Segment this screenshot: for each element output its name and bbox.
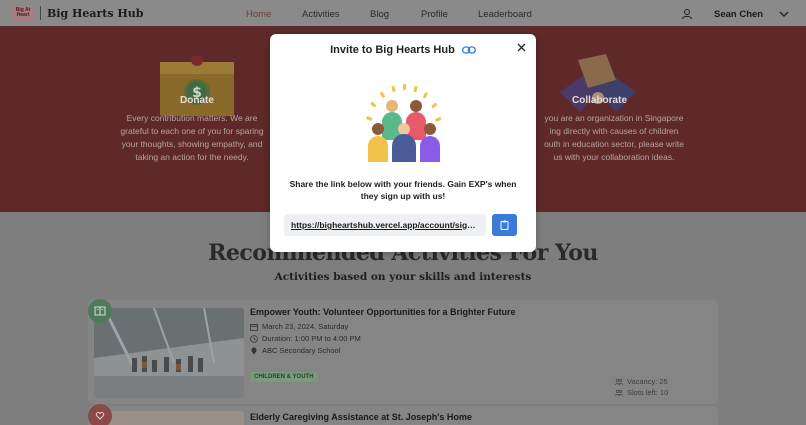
people-icon — [615, 389, 623, 396]
activity-duration: Duration: 1:00 PM to 4:00 PM — [250, 334, 361, 343]
activity-location: ABC Secondary School — [250, 346, 340, 355]
modal-title: Invite to Big Hearts Hub — [270, 44, 536, 56]
section-subheading: Activities based on your skills and inte… — [274, 271, 532, 283]
donation-box-icon: $ — [160, 56, 234, 116]
chevron-down-icon[interactable] — [778, 8, 790, 20]
location-pin-icon — [251, 347, 257, 354]
slots-left: Slots left: 10 — [615, 388, 668, 397]
invite-link[interactable]: https://bigheartshub.vercel.app/account/… — [284, 214, 486, 236]
close-icon[interactable] — [514, 40, 528, 54]
nav-profile[interactable]: Profile — [421, 9, 448, 20]
donate-title: Donate — [180, 95, 214, 106]
calendar-icon — [250, 323, 258, 331]
nav-home[interactable]: Home — [246, 9, 271, 20]
activity-card[interactable]: Empower Youth: Volunteer Opportunities f… — [88, 300, 718, 404]
vacancy-count: Vacancy: 25 — [615, 377, 668, 386]
nav-activities[interactable]: Activities — [302, 9, 339, 20]
copy-link-button[interactable] — [492, 214, 517, 236]
navbar: Big At Heart Big Hearts Hub Home Activit… — [0, 0, 806, 26]
user-name[interactable]: Sean Chen — [714, 9, 763, 20]
activity-card[interactable]: Elderly Caregiving Assistance at St. Jos… — [88, 406, 718, 425]
activity-title[interactable]: Empower Youth: Volunteer Opportunities f… — [250, 307, 516, 317]
logo-divider — [40, 6, 41, 20]
collaborate-description: you are an organization in Singapore ing… — [544, 113, 684, 162]
user-icon[interactable] — [681, 8, 693, 20]
collaborate-title: Collaborate — [572, 95, 628, 106]
brand-name[interactable]: Big Hearts Hub — [47, 7, 144, 20]
community-illustration — [366, 84, 442, 162]
nav-leaderboard[interactable]: Leaderboard — [478, 9, 532, 20]
link-icon — [461, 46, 476, 54]
heart-hand-icon — [88, 404, 112, 425]
invite-message: Share the link below with your friends. … — [289, 179, 517, 201]
activity-date: March 23, 2024, Saturday — [250, 322, 348, 331]
activity-title[interactable]: Elderly Caregiving Assistance at St. Jos… — [250, 412, 472, 422]
nav-blog[interactable]: Blog — [370, 9, 389, 20]
category-tag: CHILDREN & YOUTH — [250, 372, 318, 382]
activity-image — [94, 308, 244, 398]
people-icon — [615, 378, 623, 385]
clock-icon — [250, 334, 258, 343]
invite-modal: Invite to Big Hearts Hub Share the link … — [270, 34, 536, 252]
site-logo[interactable]: Big At Heart — [12, 5, 34, 21]
book-icon — [88, 299, 112, 323]
clipboard-icon — [500, 220, 509, 230]
donate-description: Every contribution matters. We are grate… — [120, 113, 264, 162]
activity-image — [94, 411, 244, 425]
